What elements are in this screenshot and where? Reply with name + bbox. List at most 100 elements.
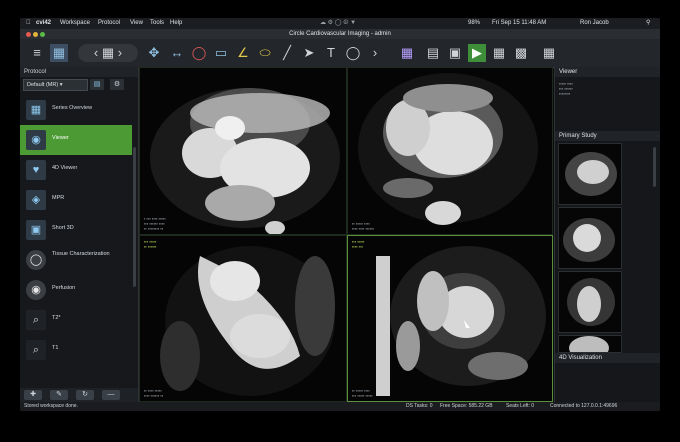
cardiac-image-short-axis	[376, 246, 546, 396]
image-annotation: ▪ ▪▪▪ ▪▪▪▪ ▪▪▪▪▪ ▪▪▪ ▪▪▪▪▪▪ ▪▪▪▪ ▪▪ ▪▪▪▪▪▪…	[144, 216, 166, 231]
tissue-icon: ◯	[26, 250, 46, 270]
zoom-icon[interactable]	[40, 32, 45, 37]
reference-icon[interactable]: ◯	[344, 44, 362, 62]
thumbnail-image	[565, 152, 617, 196]
circle-roi-icon[interactable]: ◯	[190, 44, 208, 62]
minimize-icon[interactable]	[33, 32, 38, 37]
apple-icon[interactable]: 	[26, 18, 31, 29]
seats-left: Seats Left: 0	[506, 403, 535, 409]
step-label: T2*	[52, 315, 61, 321]
step-label: 4D Viewer	[52, 165, 78, 171]
status-message: Stored workspace done.	[24, 403, 78, 409]
protocol-scrollbar[interactable]	[133, 147, 136, 287]
battery-status[interactable]: 98%	[468, 18, 480, 29]
t2star-icon: ⌕	[26, 310, 46, 330]
study-scrollbar[interactable]	[653, 147, 656, 187]
ellipse-roi-icon[interactable]: ⬭	[256, 44, 274, 62]
menu-view[interactable]: View	[130, 18, 143, 29]
menu-protocol[interactable]: Protocol	[98, 18, 120, 29]
menu-workspace[interactable]: Workspace	[60, 18, 90, 29]
viewer-icon: ◉	[26, 130, 46, 150]
right-panel: Viewer ▪▪▪▪▪ ▪▪▪▪ ▪▪▪ ▪▪▪▪▪▪ ▪▪▪▪▪▪▪▪ Prim…	[554, 67, 660, 402]
step-label: T1	[52, 345, 59, 351]
step-short-3d[interactable]: ▣ Short 3D	[20, 215, 132, 245]
step-label: Perfusion	[52, 285, 76, 291]
grid-layout-icon[interactable]: ▦	[490, 44, 508, 62]
viewer-info: ▪▪▪▪▪ ▪▪▪▪ ▪▪▪ ▪▪▪▪▪▪ ▪▪▪▪▪▪▪▪	[559, 81, 573, 96]
protocol-select[interactable]: Default (MR) ▾	[23, 79, 88, 91]
app-menu[interactable]: cvi42	[36, 18, 51, 29]
line-tool-icon[interactable]: ╱	[278, 44, 296, 62]
step-perfusion[interactable]: ◉ Perfusion	[20, 275, 132, 305]
cardiac-image-4ch	[358, 73, 538, 225]
protocol-panel: Protocol Default (MR) ▾ ▤ ⚙ ▦ Series Ove…	[20, 67, 139, 402]
add-step-icon[interactable]: ✚	[24, 390, 42, 400]
viewport-top-right[interactable]: ▪▪ ▪▪▪▪▪ ▪▪▪▪ ▪▪▪▪ ▪▪▪▪ ▪▪▪▪▪▪	[347, 67, 553, 235]
step-t2star[interactable]: ⌕ T2*	[20, 305, 132, 335]
series-overview-icon: ▦	[26, 100, 46, 120]
main-toolbar: ≡ ▦ ‹ ▦ › ✥ ↔ ◯ ▭ ∠ ⬭ ╱ ➤ T ◯ › ▦ ▤ ▣ ▶ …	[20, 39, 660, 68]
step-viewer[interactable]: ◉ Viewer	[20, 125, 132, 155]
remove-step-icon[interactable]: —	[102, 390, 120, 400]
window-title: Circle Cardiovascular Imaging - admin	[289, 31, 391, 37]
short-3d-icon: ▣	[26, 220, 46, 240]
text-tool-icon[interactable]: T	[322, 44, 340, 62]
mac-menubar:  cvi42 Workspace Protocol View Tools He…	[20, 18, 660, 29]
angle-tool-icon[interactable]: ∠	[234, 44, 252, 62]
series-thumbnail[interactable]	[558, 335, 622, 353]
next-icon[interactable]: ›	[366, 44, 384, 62]
series-layout-icon[interactable]: ▣	[446, 44, 464, 62]
menu-tools[interactable]: Tools	[150, 18, 164, 29]
split-view-icon[interactable]: ▦	[540, 44, 558, 62]
series-thumbnail[interactable]	[558, 271, 622, 333]
step-label: Tissue Characterization	[52, 251, 110, 257]
menu-help[interactable]: Help	[170, 18, 182, 29]
close-icon[interactable]	[26, 32, 31, 37]
capture-icon[interactable]: ▦	[398, 44, 416, 62]
edit-step-icon[interactable]: ✎	[50, 390, 68, 400]
screen:  cvi42 Workspace Protocol View Tools He…	[20, 18, 660, 411]
step-label: Viewer	[52, 135, 69, 141]
layout-icon[interactable]: ▤	[424, 44, 442, 62]
viewport-bottom-left[interactable]: ▪▪▪ ▪▪▪▪▪ ▪▪ ▪▪▪▪▪▪ ▪▪ ▪▪▪▪ ▪▪▪▪▪ ▪▪▪▪ ▪▪▪…	[139, 235, 347, 402]
image-annotation: ▪▪▪ ▪▪▪▪▪ ▪▪ ▪▪▪▪▪▪	[144, 239, 157, 249]
step-tissue-characterization[interactable]: ◯ Tissue Characterization	[20, 245, 132, 275]
protocol-header: Protocol	[20, 67, 138, 77]
step-t1[interactable]: ⌕ T1	[20, 335, 132, 365]
protocol-settings-icon[interactable]: ⚙	[110, 79, 124, 90]
image-annotation: ▪▪ ▪▪▪▪ ▪▪▪▪▪ ▪▪▪▪ ▪▪▪▪▪▪ ▪▪	[144, 388, 164, 398]
t1-icon: ⌕	[26, 340, 46, 360]
step-4d-viewer[interactable]: ♥ 4D Viewer	[20, 155, 132, 185]
user-name[interactable]: Ron Jacob	[580, 18, 609, 29]
connection-status: Connected to 127.0.0.1:49696	[550, 403, 618, 409]
workspace-icon[interactable]: ▦	[50, 44, 68, 62]
series-thumbnail[interactable]	[558, 143, 622, 205]
menubar-status-icons: ☁ ⚙ ◯ ☮ ▼	[320, 20, 357, 26]
series-navigator[interactable]: ‹ ▦ ›	[78, 44, 138, 62]
pointer-icon[interactable]: ➤	[300, 44, 318, 62]
refresh-icon[interactable]: ↻	[76, 390, 94, 400]
thumbnail-image	[569, 336, 609, 352]
search-icon[interactable]: ⚲	[646, 18, 650, 29]
cardiac-image-3ch	[150, 88, 340, 234]
series-thumbnail[interactable]	[558, 207, 622, 269]
arrow-tool-icon[interactable]: ↔	[168, 44, 186, 62]
free-space: Free Space: 585.22 GB	[440, 403, 493, 409]
window-titlebar: Circle Cardiovascular Imaging - admin	[20, 29, 660, 39]
viewer-panel-header: Viewer	[555, 67, 660, 77]
thumbnail-image	[567, 278, 615, 326]
clock[interactable]: Fri Sep 15 11:48 AM	[492, 18, 546, 29]
rectangle-roi-icon[interactable]: ▭	[212, 44, 230, 62]
image-annotation: ▪▪ ▪▪▪▪▪ ▪▪▪▪ ▪▪▪ ▪▪▪▪▪ ▪▪▪▪▪	[352, 388, 373, 398]
save-protocol-icon[interactable]: ▤	[90, 79, 104, 90]
cine-play-icon[interactable]: ▶	[468, 44, 486, 62]
menu-icon[interactable]: ≡	[28, 44, 46, 62]
pan-tool-icon[interactable]: ✥	[145, 44, 163, 62]
step-mpr[interactable]: ◈ MPR	[20, 185, 132, 215]
protocol-actions: ✚ ✎ ↻ —	[20, 388, 138, 402]
viewport-bottom-right[interactable]: ▪▪▪ ▪▪▪▪▪ ▪▪▪▪ ▪▪▪ ▪▪ ▪▪▪▪▪ ▪▪▪▪ ▪▪▪ ▪▪▪▪▪…	[347, 235, 553, 402]
step-series-overview[interactable]: ▦ Series Overview	[20, 95, 132, 125]
viewport-top-left[interactable]: ▪ ▪▪▪ ▪▪▪▪ ▪▪▪▪▪ ▪▪▪ ▪▪▪▪▪▪ ▪▪▪▪ ▪▪ ▪▪▪▪▪▪…	[139, 67, 347, 235]
frames-icon[interactable]: ▩	[512, 44, 530, 62]
thumbnail-image	[563, 218, 615, 262]
